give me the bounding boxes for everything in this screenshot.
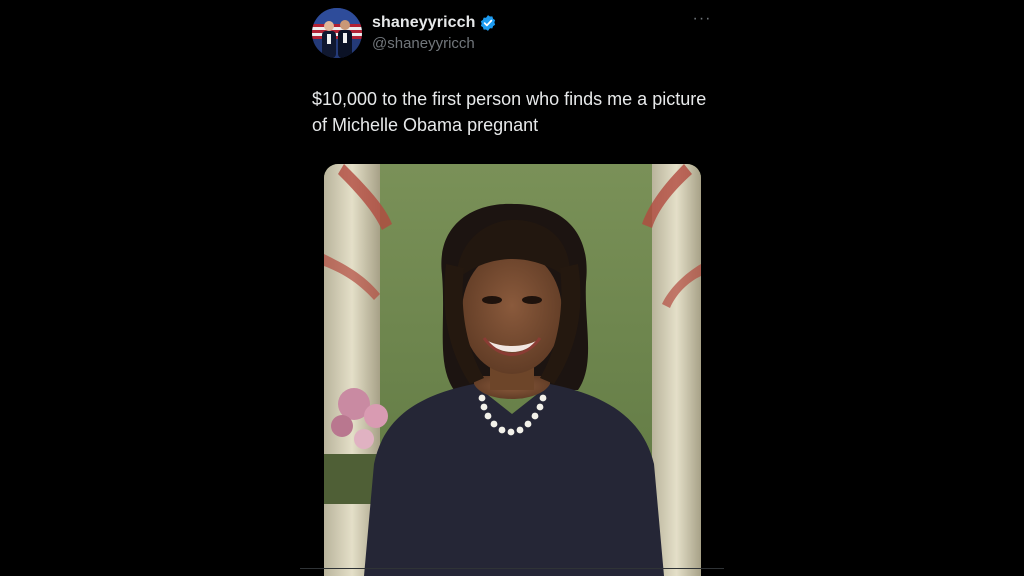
portrait-photo [324,164,701,576]
tweet-card[interactable]: shaneyyricch @shaneyyricch ··· $10,000 t… [312,0,716,576]
screen: shaneyyricch @shaneyyricch ··· $10,000 t… [0,0,1024,576]
tweet-text: $10,000 to the first person who finds me… [312,89,707,135]
display-name-row: shaneyyricch [372,12,497,34]
divider [300,568,724,569]
more-options-icon[interactable]: ··· [688,10,716,34]
avatar-image [312,8,362,58]
tweet-media-image[interactable] [324,164,701,576]
user-handle[interactable]: @shaneyyricch [372,35,497,52]
display-name[interactable]: shaneyyricch [372,14,475,32]
verified-badge-icon [479,14,497,32]
user-info: shaneyyricch @shaneyyricch [372,12,497,52]
avatar[interactable] [312,8,362,58]
